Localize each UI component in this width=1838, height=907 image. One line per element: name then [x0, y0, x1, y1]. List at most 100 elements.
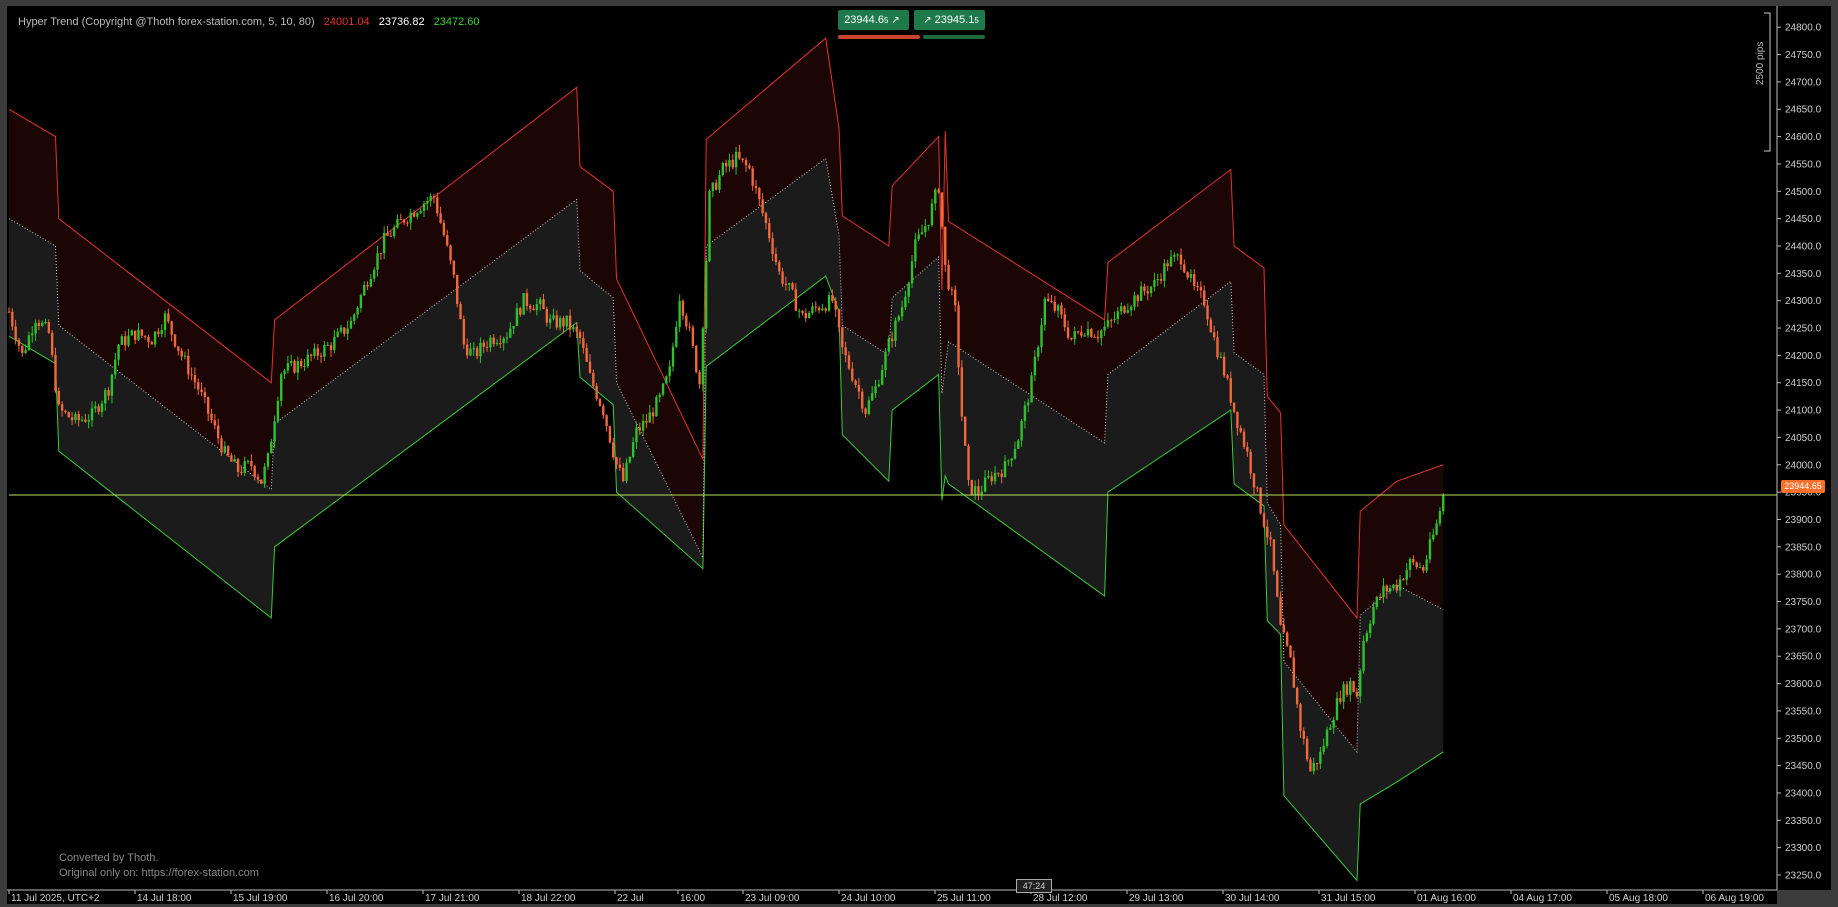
pips-scale-label: 2500 pips — [1755, 41, 1766, 85]
watermark: Converted by Thoth. Original only on: ht… — [59, 851, 259, 881]
candle-body — [797, 310, 801, 312]
candle-body — [197, 382, 200, 390]
candle-body — [1133, 295, 1136, 307]
candle-body — [558, 318, 562, 328]
price-chart[interactable]: 24800.0 24750.0 24700.0 24650.0 24600.0 24550… — [0, 0, 1838, 907]
candle-body — [771, 238, 774, 254]
buy-price-suffix: 5 — [974, 15, 979, 25]
candle-body — [210, 413, 213, 421]
candle-body — [313, 348, 316, 356]
candle-body — [1395, 584, 1398, 591]
candle-body — [1070, 337, 1073, 340]
candle-body — [1332, 719, 1335, 728]
candle-body — [1126, 310, 1130, 313]
candle-body — [944, 226, 947, 265]
candle-body — [615, 457, 618, 465]
candle-body — [1435, 523, 1438, 535]
y-axis-tick-label: 24600.0 — [1785, 132, 1822, 143]
candle-body — [708, 191, 711, 261]
y-axis-tick-label: 23500.0 — [1785, 734, 1822, 745]
candle-body — [930, 203, 934, 226]
candle-body — [990, 476, 993, 482]
candle-body — [1412, 558, 1415, 563]
candle-body — [794, 289, 798, 311]
y-axis-tick-label: 23900.0 — [1785, 515, 1822, 526]
candle-body — [1120, 306, 1123, 312]
candle-body — [173, 334, 177, 347]
x-axis-tick-label: 01 Aug 16:00 — [1417, 893, 1476, 904]
candle-body — [605, 415, 608, 427]
x-axis-tick-label: 24 Jul 10:00 — [841, 893, 896, 904]
candle-body — [1149, 286, 1153, 294]
candle-body — [877, 384, 881, 387]
buy-button[interactable]: ↗ 23945.1 5 — [914, 10, 985, 30]
candle-body — [724, 162, 728, 167]
candle-body — [947, 264, 950, 290]
candle-body — [44, 321, 47, 323]
candle-body — [293, 360, 296, 373]
candle-body — [452, 260, 456, 275]
candle-body — [578, 331, 582, 339]
candle-body — [1156, 279, 1159, 281]
sell-button[interactable]: 23944.6 5 ↗ — [838, 10, 909, 30]
y-axis-tick-label: 24750.0 — [1785, 50, 1822, 61]
candle-body — [658, 394, 661, 398]
candle-body — [731, 159, 734, 168]
candle-body — [240, 471, 243, 473]
candle-body — [120, 336, 124, 345]
candle-body — [54, 354, 57, 391]
candle-body — [651, 412, 655, 417]
candle-body — [353, 314, 356, 321]
candle-body — [884, 351, 887, 371]
candle-body — [1302, 730, 1305, 739]
candle-body — [645, 420, 648, 423]
watermark-line-1: Converted by Thoth. — [59, 852, 159, 864]
candle-body — [827, 294, 831, 311]
candle-body — [1159, 279, 1163, 281]
candle-body — [475, 348, 479, 357]
candle-body — [1432, 534, 1435, 540]
candle-body — [764, 213, 768, 224]
candle-body — [336, 331, 339, 337]
candle-body — [934, 189, 937, 204]
candle-body — [1246, 446, 1249, 452]
candle-body — [60, 404, 64, 411]
candle-body — [1113, 318, 1116, 321]
candle-body — [960, 367, 964, 417]
y-axis-tick-label: 24100.0 — [1785, 406, 1822, 417]
x-axis-tick-label: 04 Aug 17:00 — [1513, 893, 1572, 904]
candle-body — [163, 313, 167, 331]
candle-body — [41, 322, 44, 326]
candle-body — [147, 336, 150, 343]
candle-body — [64, 410, 67, 413]
candle-body — [1262, 513, 1266, 527]
candle-body — [1355, 691, 1359, 697]
candle-body — [456, 274, 459, 304]
candle-body — [1046, 298, 1050, 301]
candle-body — [701, 328, 705, 385]
candle-body — [824, 308, 827, 311]
candle-body — [874, 386, 877, 394]
candle-body — [260, 479, 263, 484]
y-axis-tick-label: 24650.0 — [1785, 105, 1822, 116]
candle-body — [276, 400, 280, 422]
candle-body — [80, 419, 84, 421]
candle-body — [37, 322, 41, 326]
watermark-line-2: Original only on: https://forex-station.… — [59, 867, 259, 879]
buy-price: 23945.1 — [934, 14, 975, 26]
candle-body — [1256, 487, 1259, 489]
candle-body — [303, 366, 306, 368]
y-axis-tick-label: 24400.0 — [1785, 241, 1822, 252]
candle-body — [100, 403, 104, 412]
candle-body — [997, 472, 1000, 474]
candle-body — [160, 330, 163, 335]
candle-body — [137, 329, 140, 340]
candle-body — [187, 355, 190, 375]
candle-body — [216, 425, 220, 439]
candle-body — [1163, 263, 1166, 281]
y-axis-tick-label: 23450.0 — [1785, 761, 1822, 772]
candle-body — [954, 289, 957, 306]
candle-body — [1342, 684, 1345, 702]
x-axis-tick-label: 16:00 — [680, 893, 705, 904]
candle-body — [638, 427, 641, 431]
